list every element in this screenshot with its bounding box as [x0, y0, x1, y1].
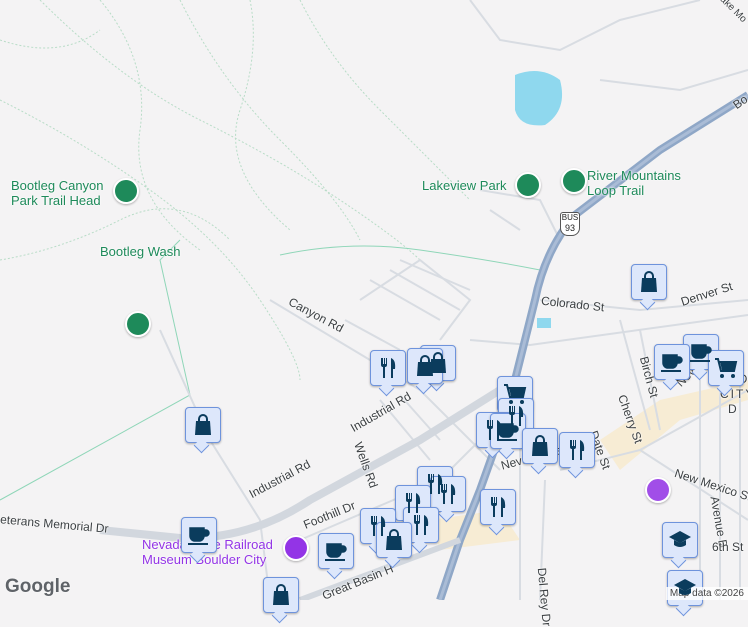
lake	[515, 71, 563, 126]
shopping-marker[interactable]	[631, 264, 667, 300]
graduation-cap-icon	[673, 576, 697, 600]
coffee-cup-icon	[689, 340, 713, 364]
fork-knife-icon	[486, 495, 510, 519]
shopping-cart-icon	[714, 356, 738, 380]
shopping-bag-icon	[382, 528, 406, 552]
museum-icon[interactable]	[283, 535, 309, 561]
shopping-bag-icon	[413, 354, 437, 378]
park-boundary	[0, 239, 191, 501]
coffee-marker[interactable]	[654, 344, 690, 380]
label-line: Museum Boulder City	[142, 552, 267, 567]
shopping-marker[interactable]	[263, 577, 299, 613]
coffee-marker[interactable]	[318, 533, 354, 569]
shopping-bag-icon	[637, 270, 661, 294]
park-tree-icon[interactable]	[561, 168, 587, 194]
shopping-marker[interactable]	[376, 522, 412, 558]
coffee-cup-icon	[324, 539, 348, 563]
coffee-marker[interactable]	[181, 517, 217, 553]
label-line: Bootleg Canyon	[11, 178, 104, 193]
shopping-marker[interactable]	[522, 428, 558, 464]
pond	[537, 318, 551, 328]
label-line: BUS	[561, 213, 579, 222]
food-marker[interactable]	[370, 350, 406, 386]
fork-knife-icon	[376, 356, 400, 380]
graduation-cap-icon	[668, 528, 692, 552]
label-line: D	[728, 402, 739, 416]
fork-knife-icon	[409, 513, 433, 537]
label-line: Loop Trail	[587, 183, 645, 198]
photo-icon[interactable]	[645, 477, 671, 503]
place-label-river-mountains[interactable]: River Mountains Loop Trail	[587, 168, 681, 198]
shopping-bag-icon	[191, 413, 215, 437]
place-label-bootleg-wash[interactable]: Bootleg Wash	[100, 244, 180, 259]
street-label: 6th St	[712, 540, 744, 554]
label-line: 93	[564, 223, 575, 233]
shopping-bag-icon	[269, 583, 293, 607]
google-logo: Google	[5, 576, 71, 597]
fork-knife-icon	[565, 438, 589, 462]
food-marker[interactable]	[559, 432, 595, 468]
fork-knife-icon	[401, 491, 425, 515]
park-tree-icon[interactable]	[515, 172, 541, 198]
coffee-cup-icon	[660, 350, 684, 374]
grocery-marker[interactable]	[708, 350, 744, 386]
coffee-cup-icon	[187, 523, 211, 547]
place-label-bootleg-canyon[interactable]: Bootleg Canyon Park Trail Head	[11, 178, 104, 208]
shopping-bag-icon	[528, 434, 552, 458]
fork-knife-icon	[436, 482, 460, 506]
label-line: River Mountains	[587, 168, 681, 183]
food-marker[interactable]	[480, 489, 516, 525]
label-line: Park Trail Head	[11, 193, 101, 208]
us-93-shield: BUS 93	[560, 212, 580, 236]
place-label-lakeview-park[interactable]: Lakeview Park	[422, 178, 507, 193]
place-pin-icon[interactable]	[125, 311, 151, 337]
shopping-marker[interactable]	[185, 407, 221, 443]
coffee-cup-icon	[496, 419, 520, 443]
shopping-cart-icon	[503, 382, 527, 406]
school-marker[interactable]	[662, 522, 698, 558]
park-tree-icon[interactable]	[113, 178, 139, 204]
